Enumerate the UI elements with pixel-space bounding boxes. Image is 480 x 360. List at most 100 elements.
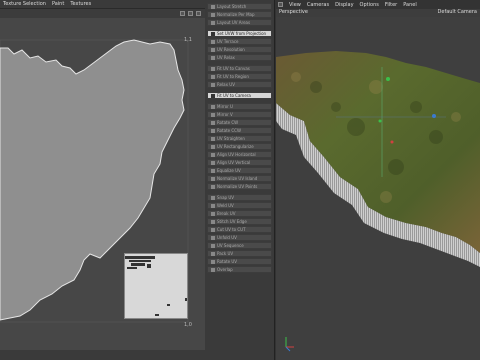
tool-button[interactable]: UV Rectangularize [207, 143, 272, 150]
marker-point[interactable] [386, 77, 390, 81]
tool-button[interactable]: Normalize Per Map [207, 11, 272, 18]
tool-button[interactable]: Rotate CCW [207, 127, 272, 134]
tool-button[interactable]: Unfold UV [207, 234, 272, 241]
tool-icon [211, 12, 215, 17]
tool-button-label: UV Resolution [217, 47, 245, 52]
tool-button-label: Mirror U [217, 104, 233, 109]
tool-icon [211, 112, 215, 117]
tool-icon [211, 55, 215, 60]
menu-textures[interactable]: Textures [67, 1, 94, 7]
uv-corner-top-label: 1,1 [184, 37, 192, 43]
tool-button[interactable]: UV Sequence [207, 242, 272, 249]
tool-button-label: Normalize Per Map [217, 12, 255, 17]
tool-icon [211, 176, 215, 181]
tool-icon [211, 144, 215, 149]
tool-icon [211, 74, 215, 79]
tool-button[interactable]: Weld UV [207, 202, 272, 209]
marker-point[interactable] [390, 140, 394, 144]
tool-button[interactable]: Normalize UV Island [207, 175, 272, 182]
tool-button[interactable]: Align UV Horizontal [207, 151, 272, 158]
tool-button[interactable]: Mirror U [207, 103, 272, 110]
tool-button[interactable]: UV Terrace [207, 38, 272, 45]
menu-display[interactable]: Display [332, 2, 356, 8]
tool-button[interactable]: Normalize UV Points [207, 183, 272, 190]
tool-button[interactable]: Break UV [207, 210, 272, 217]
tool-button-label: Snap UV [217, 195, 234, 200]
tool-button-label: UV Rectangularize [217, 144, 254, 149]
tool-icon [211, 259, 215, 264]
menu-texture-selection[interactable]: Texture Selection [0, 1, 49, 7]
viewport-canvas[interactable] [276, 17, 480, 360]
tool-button-label: Rotate UV [217, 259, 238, 264]
tool-icon [211, 66, 215, 71]
uv-tool-panel: Layout Stretch Normalize Per Map Layout UV… [205, 0, 275, 360]
tool-button[interactable]: Layout UV Areas [207, 19, 272, 26]
tool-button[interactable]: Set UVW from Projection [207, 30, 272, 37]
tool-button-label: Mirror V [217, 112, 233, 117]
tool-button[interactable]: Layout Stretch [207, 3, 272, 10]
grid-icon[interactable] [188, 11, 193, 16]
tool-icon [211, 203, 215, 208]
tool-button[interactable]: Rotate CW [207, 119, 272, 126]
menu-paint[interactable]: Paint [49, 1, 67, 7]
tool-button[interactable]: Rotate UV [207, 258, 272, 265]
tool-button[interactable]: Cut UV to CUT [207, 226, 272, 233]
tool-icon [211, 195, 215, 200]
marker-point[interactable] [378, 119, 382, 123]
tool-button-label: Fit UV to Camera [217, 93, 251, 98]
menu-cameras[interactable]: Cameras [304, 2, 332, 8]
menu-options[interactable]: Options [357, 2, 382, 8]
menu-panel[interactable]: Panel [400, 2, 420, 8]
viewport-panel: View Cameras Display Options Filter Pane… [276, 0, 480, 360]
tool-button[interactable]: Fit UV to Region [207, 73, 272, 80]
tool-icon [211, 20, 215, 25]
tool-button[interactable]: Equalize UV [207, 167, 272, 174]
tool-button-label: Normalize UV Points [217, 184, 258, 189]
tool-icon [211, 47, 215, 52]
menu-filter[interactable]: Filter [382, 2, 400, 8]
maximize-icon[interactable] [196, 11, 201, 16]
uv-toolbar [0, 9, 205, 18]
texture-preview [124, 253, 188, 319]
tool-button[interactable]: Relax UV [207, 81, 272, 88]
tool-icon [211, 39, 215, 44]
tool-icon [211, 120, 215, 125]
terrain-render[interactable] [276, 17, 480, 360]
tool-button-label: Layout UV Areas [217, 20, 251, 25]
tool-button[interactable]: Mirror V [207, 111, 272, 118]
tool-button-label: Normalize UV Island [217, 176, 258, 181]
marker-point[interactable] [432, 114, 436, 118]
tool-button-label: Equalize UV [217, 168, 241, 173]
tool-button[interactable]: Pack UV [207, 250, 272, 257]
tool-button[interactable]: Fit UV to Camera [207, 92, 272, 99]
tool-icon [211, 82, 215, 87]
tool-icon [211, 184, 215, 189]
tool-button-label: Relax UV [217, 82, 235, 87]
tool-icon [211, 243, 215, 248]
frame-icon[interactable] [180, 11, 185, 16]
tool-icon [211, 4, 215, 9]
camera-label[interactable]: Default Camera [438, 9, 477, 17]
tool-button[interactable]: Snap UV [207, 194, 272, 201]
tool-button[interactable]: UV Straighten [207, 135, 272, 142]
uv-status-bar [0, 350, 205, 360]
tool-icon [211, 227, 215, 232]
tool-icon [211, 104, 215, 109]
tool-button[interactable]: Overlap [207, 266, 272, 273]
tool-icon [211, 152, 215, 157]
tool-button-label: Break UV [217, 211, 236, 216]
tool-button-label: Stitch UV Edge [217, 219, 247, 224]
tool-button[interactable]: Fit UV to Canvas [207, 65, 272, 72]
tool-icon [211, 31, 215, 36]
tool-button[interactable]: Stitch UV Edge [207, 218, 272, 225]
tool-button-label: Pack UV [217, 251, 234, 256]
tool-button[interactable]: UV Resolution [207, 46, 272, 53]
menu-view[interactable]: View [286, 2, 304, 8]
tool-button-label: Fit UV to Region [217, 74, 249, 79]
tool-button[interactable]: UV Relax [207, 54, 272, 61]
tool-icon [211, 128, 215, 133]
tool-button[interactable]: Align UV Vertical [207, 159, 272, 166]
viewport-header: Perspective Default Camera [276, 9, 480, 17]
tool-button-label: Weld UV [217, 203, 234, 208]
layout-icon[interactable] [278, 2, 283, 7]
